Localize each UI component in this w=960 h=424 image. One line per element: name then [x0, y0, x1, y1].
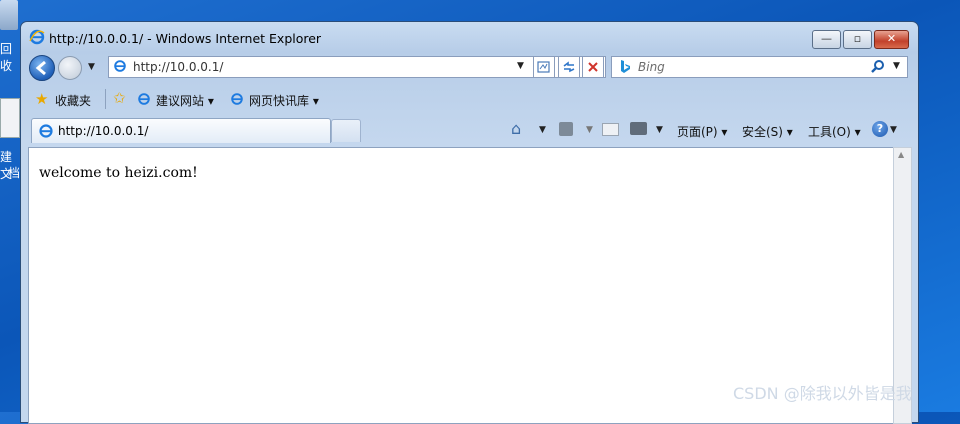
print-dropdown-icon[interactable]: ▼	[656, 125, 663, 135]
minimize-button[interactable]: —	[812, 30, 841, 49]
help-dropdown-icon[interactable]: ▼	[890, 125, 897, 135]
window-title: http://10.0.0.1/ - Windows Internet Expl…	[49, 31, 322, 46]
tools-menu[interactable]: 工具(O) ▾	[808, 123, 861, 140]
search-placeholder: Bing	[638, 60, 665, 74]
minimize-icon: —	[821, 32, 832, 45]
refresh-button[interactable]	[558, 56, 580, 78]
scroll-up-icon[interactable]: ▲	[898, 150, 904, 159]
maximize-button[interactable]: ▫	[843, 30, 872, 49]
close-icon: ✕	[886, 32, 897, 45]
page-ie-icon	[114, 60, 126, 72]
favorites-label: 收藏夹	[55, 94, 92, 108]
navigation-bar: ▼ http://10.0.0.1/ ▼ Bing ▼	[21, 53, 918, 83]
tab-row: http://10.0.0.1/ ⌂ ▼ ▼ ▼ 页面(P) ▾ 安全(S) ▾…	[21, 115, 918, 145]
compatibility-icon	[537, 61, 550, 73]
back-arrow-icon	[35, 60, 46, 76]
favorites-bar: ★ 收藏夹 ✩ 建议网站 ▾ 网页快讯库 ▾	[21, 85, 918, 113]
web-slice-ie-icon	[231, 93, 243, 105]
read-mail-icon[interactable]	[602, 123, 619, 136]
back-button[interactable]	[29, 55, 55, 81]
home-dropdown-icon[interactable]: ▼	[539, 125, 546, 135]
help-icon[interactable]: ?	[872, 121, 888, 137]
favorites-star-icon: ★	[35, 90, 49, 108]
search-options-dropdown-icon[interactable]: ▼	[893, 61, 900, 71]
search-icon[interactable]	[870, 59, 886, 75]
tab-title: http://10.0.0.1/	[58, 124, 149, 138]
page-welcome-text: welcome to heizi.com!	[39, 165, 198, 181]
recent-pages-chevron-icon[interactable]: ▼	[88, 62, 95, 72]
close-button[interactable]: ✕	[874, 30, 909, 49]
new-document-label-2: 档	[8, 166, 21, 180]
home-icon[interactable]: ⌂	[511, 119, 521, 138]
desktop-icon-new-document[interactable]: 建文 档	[0, 98, 20, 181]
address-text[interactable]: http://10.0.0.1/	[133, 60, 223, 74]
address-bar[interactable]: http://10.0.0.1/ ▼	[108, 56, 606, 78]
refresh-icon	[563, 61, 575, 73]
safety-menu[interactable]: 安全(S) ▾	[742, 123, 793, 140]
ie-logo-icon	[29, 29, 45, 45]
forward-button[interactable]	[58, 56, 82, 80]
ie-window: http://10.0.0.1/ - Windows Internet Expl…	[20, 21, 919, 424]
document-icon	[0, 98, 20, 138]
bing-logo-icon	[621, 60, 630, 73]
stop-x-icon	[588, 62, 598, 72]
page-menu[interactable]: 页面(P) ▾	[677, 123, 727, 140]
desktop-icon-recycle-bin[interactable]: 回收	[0, 0, 20, 73]
suggested-sites-label: 建议网站 ▾	[156, 94, 214, 108]
address-dropdown-icon[interactable]: ▼	[517, 61, 524, 71]
toolbar-separator	[105, 89, 106, 109]
rss-feeds-icon[interactable]	[559, 122, 573, 136]
feeds-dropdown-icon[interactable]: ▼	[586, 125, 593, 135]
tab-current[interactable]: http://10.0.0.1/	[31, 118, 331, 143]
recycle-bin-icon	[0, 0, 18, 30]
watermark: CSDN @除我以外皆是我	[733, 384, 912, 403]
title-bar[interactable]: http://10.0.0.1/ - Windows Internet Expl…	[21, 22, 918, 52]
search-box[interactable]: Bing ▼	[611, 56, 908, 78]
maximize-icon: ▫	[853, 32, 862, 45]
compatibility-view-button[interactable]	[533, 56, 555, 78]
suggested-sites-ie-icon	[138, 93, 150, 105]
print-icon[interactable]	[630, 122, 647, 135]
new-tab-button[interactable]	[331, 119, 361, 142]
tab-ie-icon	[39, 124, 53, 138]
stop-button[interactable]	[582, 56, 604, 78]
recycle-bin-label: 回收	[0, 42, 13, 73]
add-to-favorites-bar-icon[interactable]: ✩	[113, 89, 126, 107]
web-slice-gallery-label: 网页快讯库 ▾	[249, 94, 319, 108]
